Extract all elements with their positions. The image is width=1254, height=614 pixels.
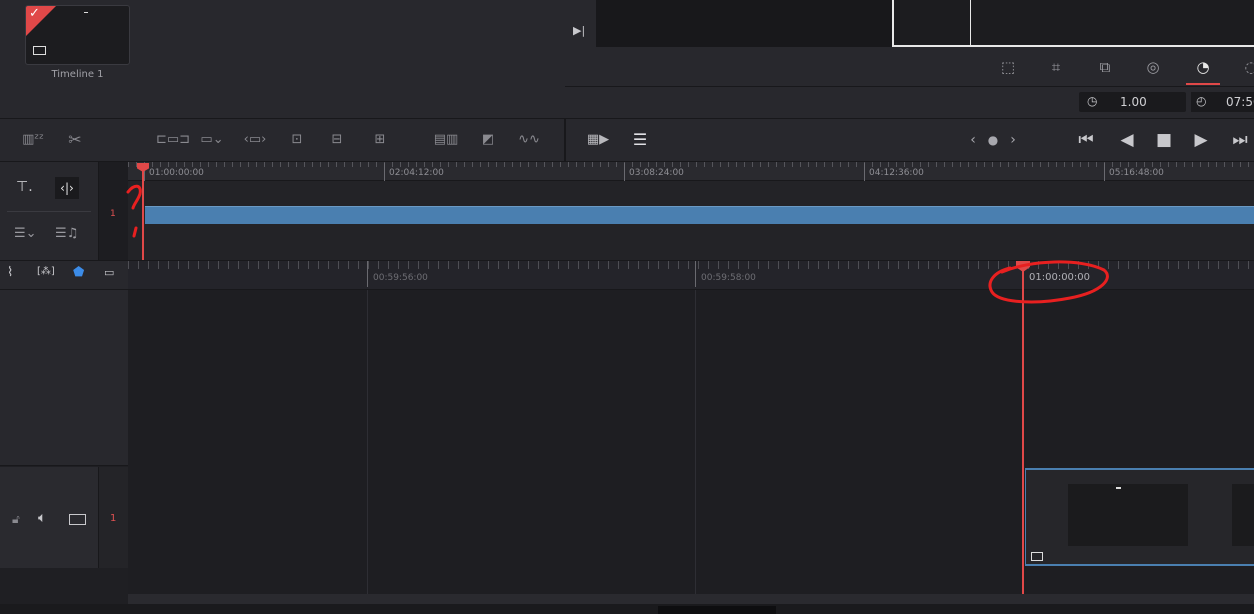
ruler-major-tick: [384, 163, 385, 181]
active-page-tab[interactable]: [658, 606, 776, 614]
ruler-major-tick: [1104, 163, 1105, 181]
overwrite-clip-icon[interactable]: ▭⌄: [198, 129, 226, 151]
replace-clip-icon[interactable]: ‹▭›: [240, 129, 270, 151]
clock-icon: ◴: [1196, 94, 1207, 108]
clip-thumbnail: [1068, 484, 1188, 546]
active-tab-indicator: [1186, 83, 1220, 85]
next-frame-icon[interactable]: ▶|: [573, 24, 585, 37]
retime-speed-icon[interactable]: ◔: [1192, 56, 1214, 78]
bottom-page-bar: [0, 604, 1254, 614]
flag-icon[interactable]: ⬟: [73, 265, 84, 280]
toolbar-divider: [564, 118, 566, 162]
play-icon[interactable]: ▶: [1190, 129, 1212, 151]
go-to-end-icon[interactable]: ⏭: [1226, 129, 1254, 151]
upper-video-clip[interactable]: [145, 206, 1254, 224]
ruler-major-tick: [864, 163, 865, 181]
viewer-separator: [565, 86, 1254, 87]
main-ruler-ticks: [128, 261, 1254, 269]
speed-gauge-icon: ◷: [1087, 94, 1098, 108]
upper-timecode: 03:08:24:00: [629, 168, 684, 178]
ruler-major-tick: [695, 261, 696, 287]
fit-to-fill-icon[interactable]: ▤▥: [431, 129, 461, 151]
video-track-header: [0, 290, 128, 466]
ruler-major-tick: [367, 261, 368, 287]
viewer-guide-line: [970, 0, 971, 47]
header-separator: [7, 211, 91, 212]
viewer-canvas: [596, 0, 892, 47]
main-timecode: 00:59:58:00: [701, 273, 756, 283]
upper-playhead-line[interactable]: [142, 166, 144, 260]
checkmark-icon: ✓: [29, 6, 40, 21]
video-track-options-icon[interactable]: ☰⌄: [14, 226, 37, 241]
stabilize-icon[interactable]: ◌: [1240, 56, 1254, 78]
clip-mark: [1116, 487, 1121, 489]
transform-icon[interactable]: ⬚: [997, 56, 1019, 78]
timeline-name-label: Timeline 1: [51, 69, 104, 80]
next-marker-icon[interactable]: ›: [1006, 129, 1020, 151]
trim-edit-icon[interactable]: ‹|›: [55, 177, 79, 199]
upper-timecode: 04:12:36:00: [869, 168, 924, 178]
film-icon[interactable]: [69, 514, 86, 525]
snap-cursor-icon[interactable]: ⊤.: [16, 179, 33, 195]
composite-icon[interactable]: ◎: [1142, 56, 1164, 78]
marker-icon[interactable]: ▭: [104, 266, 114, 279]
speed-value[interactable]: 1.00: [1120, 95, 1147, 109]
upper-track-number: 1: [110, 209, 116, 219]
main-playhead-line[interactable]: [1022, 266, 1024, 594]
upper-timecode: 05:16:48:00: [1109, 168, 1164, 178]
audio-track-options-icon[interactable]: ☰♫: [55, 226, 78, 241]
upper-ruler-ticks: [128, 162, 1254, 167]
prev-marker-icon[interactable]: ‹: [966, 129, 980, 151]
main-timecode: 00:59:56:00: [373, 273, 428, 283]
link-icon[interactable]: ⌇: [7, 265, 13, 280]
thumbnail-mark: [84, 12, 88, 13]
dynamic-zoom-icon[interactable]: ⧉: [1094, 56, 1116, 78]
viewer-frame: [892, 0, 1254, 47]
lock-icon[interactable]: 🔓︎: [12, 512, 20, 527]
upper-timecode: 02:04:12:00: [389, 168, 444, 178]
marker-dot-icon[interactable]: ●: [985, 129, 1001, 151]
place-on-top-icon[interactable]: ⊡: [283, 129, 311, 151]
speaker-icon[interactable]: 🔈︎: [38, 510, 46, 526]
append-end-icon[interactable]: ⊟: [325, 129, 349, 151]
sleep-icon[interactable]: ▥ᶻᶻ: [18, 129, 48, 151]
grid-line: [695, 290, 696, 594]
grid-line: [367, 290, 368, 594]
insert-clip-icon[interactable]: ⊏▭⊐: [156, 129, 190, 151]
audio-track-number: 1: [110, 513, 117, 524]
duration-value[interactable]: 07:50: [1226, 95, 1254, 109]
crop-icon[interactable]: ⌗: [1045, 56, 1067, 78]
timeline-icon: [33, 46, 46, 55]
play-reverse-icon[interactable]: ◀: [1116, 129, 1138, 151]
playhead-timecode: 01:00:00:00: [1029, 272, 1091, 283]
picture-in-picture-icon[interactable]: ◩: [476, 129, 500, 151]
upper-timecode: 01:00:00:00: [149, 168, 204, 178]
go-to-start-icon[interactable]: ⏮: [1072, 129, 1100, 151]
audio-waveform-icon[interactable]: ∿∿: [515, 129, 543, 151]
linked-selection-icon[interactable]: [⁂]: [37, 266, 55, 277]
clip-type-icon: [1031, 552, 1043, 561]
scissors-icon[interactable]: ✂: [64, 129, 86, 151]
sliders-icon[interactable]: ☰: [627, 129, 653, 151]
clip-thumbnail: [1232, 484, 1254, 546]
ruler-major-tick: [624, 163, 625, 181]
timeline-scrollbar[interactable]: [128, 594, 1254, 604]
playback-clip-icon[interactable]: ▦▶: [583, 129, 613, 151]
timeline-thumbnail[interactable]: ✓: [25, 5, 130, 65]
stop-icon[interactable]: ■: [1153, 129, 1175, 151]
ripple-overwrite-icon[interactable]: ⊞: [366, 129, 394, 151]
